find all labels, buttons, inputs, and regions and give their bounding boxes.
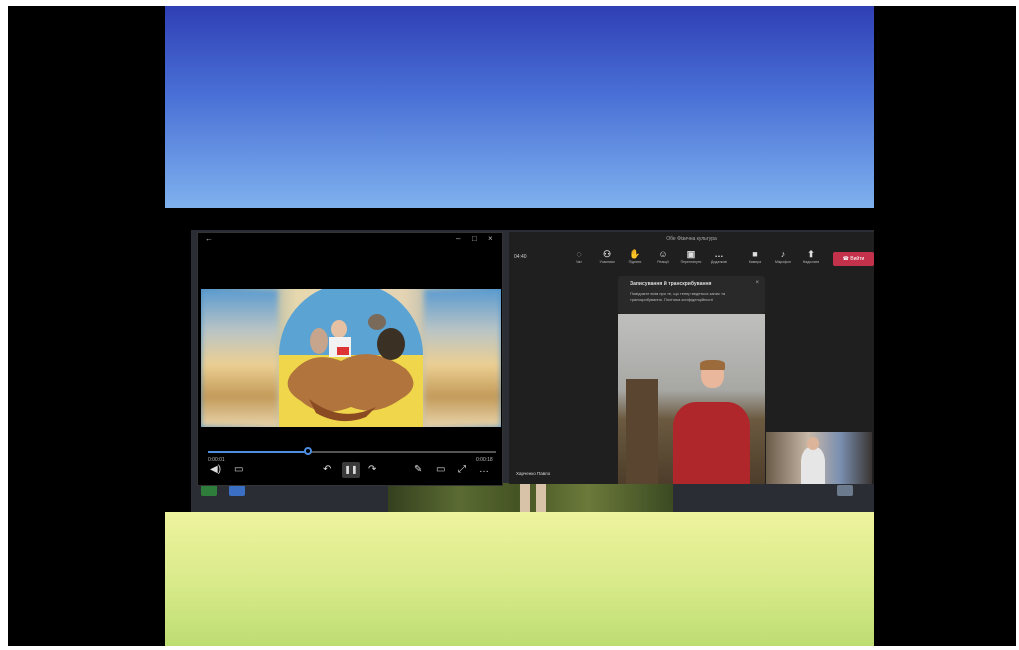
notice-body: Повідомте всім про те, що тепер ведеться… (630, 291, 726, 302)
toolbar-participants[interactable]: ⚇ Учасники (593, 249, 621, 265)
person-hair (700, 360, 725, 370)
more-icon[interactable]: … (479, 464, 489, 475)
share-icon: ⬆ (807, 249, 815, 259)
toolbar-label: Додаткові (711, 260, 727, 264)
toolbar-label: Підняти (628, 260, 642, 264)
person-body (801, 447, 825, 484)
raise-hand-icon: ✋ (629, 249, 641, 259)
toolbar-label: Камера (748, 260, 762, 264)
desktop-icon[interactable] (201, 485, 217, 498)
seek-handle[interactable] (304, 447, 312, 455)
skip-back-icon[interactable]: ↶ (323, 464, 331, 475)
self-video-thumbnail[interactable] (766, 432, 872, 484)
participant-video-main[interactable] (618, 314, 765, 484)
toolbar-label: Реакції (657, 260, 669, 264)
recording-notice: Записування й транскрибування Повідомте … (618, 276, 765, 314)
leave-button[interactable]: ☎ Вийти (833, 252, 874, 266)
participants-icon: ⚇ (602, 249, 612, 259)
edit-icon[interactable]: ✎ (414, 464, 422, 475)
fullscreen-icon[interactable]: ⤢ (458, 464, 466, 475)
meeting-window: Обе Фізична культура 04:40 ◌ Чат ⚇ Учасник… (509, 232, 874, 484)
person-shirt (673, 402, 750, 484)
bottom-color-band (165, 512, 874, 646)
subtitles-icon[interactable]: ▭ (234, 464, 243, 475)
maximize-icon[interactable]: □ (472, 234, 477, 243)
toolbar-reactions[interactable]: ☺ Реакції (649, 249, 677, 265)
toolbar-more[interactable]: … Додаткові (705, 249, 733, 265)
total-time: 0:00:18 (476, 457, 493, 463)
toolbar-chat[interactable]: ◌ Чат (565, 249, 593, 265)
camera-icon: ■ (752, 249, 758, 259)
video-frame[interactable] (201, 289, 501, 427)
chat-icon: ◌ (576, 249, 582, 259)
toolbar-label: Переглянути (680, 260, 702, 264)
rooms-icon: ▣ (686, 249, 696, 259)
reactions-icon: ☺ (658, 249, 668, 259)
seek-bar-fill (208, 451, 306, 453)
door-photo (626, 379, 658, 484)
person-head (807, 437, 819, 450)
painting-image (279, 289, 423, 427)
meeting-toolbar: 04:40 ◌ Чат ⚇ Учасники ✋ Підняти ☺ Реакції ▣… (509, 246, 874, 272)
player-titlebar: ← – □ × (198, 233, 502, 247)
back-arrow-icon[interactable]: ← (205, 234, 213, 243)
minimize-icon[interactable]: – (456, 234, 460, 243)
meeting-title: Обе Фізична культура (666, 236, 717, 242)
leave-label: Вийти (850, 256, 865, 262)
meeting-timer: 04:40 (514, 254, 527, 260)
participant-name: Харченко Павло (513, 470, 554, 477)
toolbar-rooms[interactable]: ▣ Переглянути (677, 249, 705, 265)
cast-icon[interactable]: ▭ (436, 464, 445, 475)
toolbar-label: Надіслати (802, 260, 820, 264)
screen-frame: ← – □ × 0:00:01 0:00:18 ◀) ▭ ↶ ❚❚ ↷ ✎ ▭ … (8, 6, 1016, 646)
background-photo (388, 483, 673, 512)
close-icon[interactable]: × (488, 234, 493, 243)
toolbar-share[interactable]: ⬆ Надіслати (797, 249, 825, 265)
pause-icon[interactable]: ❚❚ (342, 462, 360, 478)
elapsed-time: 0:00:01 (208, 457, 225, 463)
toolbar-label: Мікрофон (775, 260, 791, 264)
toolbar-label: Учасники (599, 260, 615, 264)
desktop-icon[interactable] (229, 485, 245, 498)
legs-photo (536, 483, 546, 512)
toolbar-mic[interactable]: ♪ Мікрофон (769, 249, 797, 265)
skip-forward-icon[interactable]: ↷ (368, 464, 376, 475)
mic-icon: ♪ (780, 249, 786, 259)
toolbar-raise-hand[interactable]: ✋ Підняти (621, 249, 649, 265)
media-player-window: ← – □ × 0:00:01 0:00:18 ◀) ▭ ↶ ❚❚ ↷ ✎ ▭ … (197, 232, 503, 486)
seek-bar[interactable] (208, 447, 496, 455)
desktop-icon[interactable] (837, 485, 853, 498)
toolbar-camera[interactable]: ■ Камера (741, 249, 769, 265)
legs-photo (520, 483, 530, 512)
top-color-band (165, 6, 874, 208)
more-icon: … (714, 249, 724, 259)
desktop-screenshot: ← – □ × 0:00:01 0:00:18 ◀) ▭ ↶ ❚❚ ↷ ✎ ▭ … (191, 230, 874, 512)
toolbar-label: Чат (576, 260, 582, 264)
volume-icon[interactable]: ◀) (210, 464, 221, 475)
close-icon[interactable]: × (755, 280, 759, 286)
notice-heading: Записування й транскрибування (630, 281, 712, 287)
